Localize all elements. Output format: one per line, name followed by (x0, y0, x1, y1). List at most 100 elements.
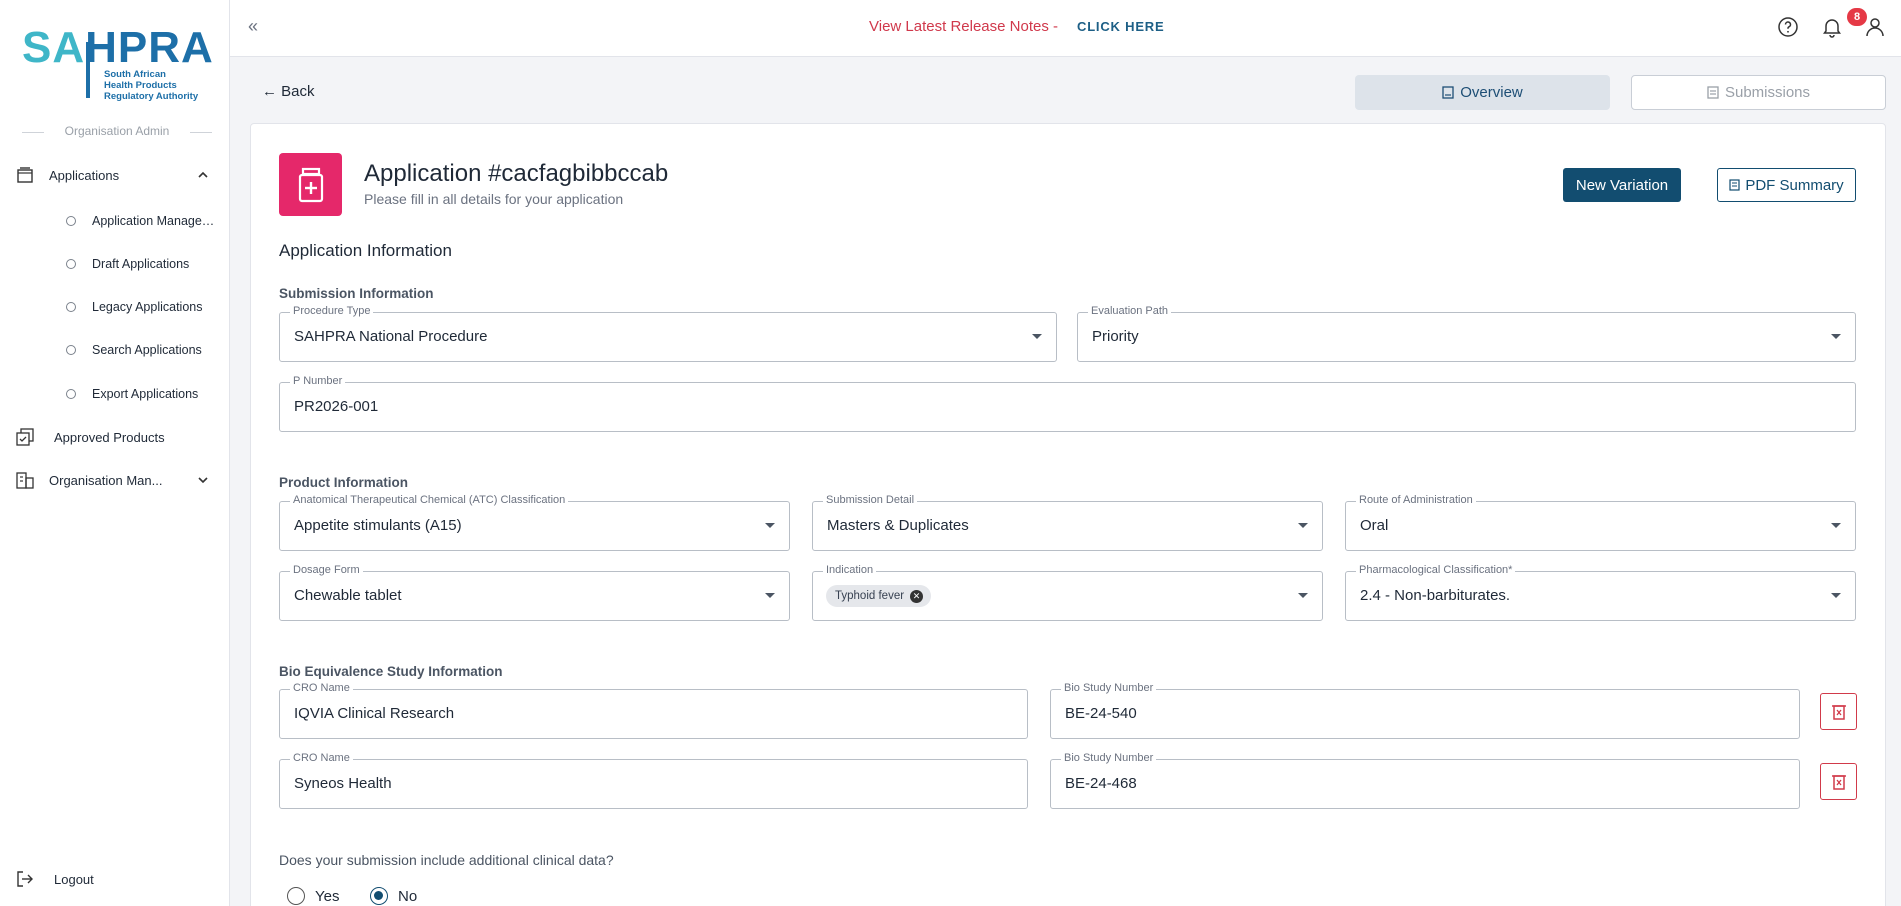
sidebar-item-approved-products[interactable]: Approved Products (0, 420, 229, 454)
field-label: Indication (823, 564, 877, 576)
route-of-administration-select[interactable]: Route of Administration Oral (1345, 494, 1856, 551)
product-information-heading: Product Information (279, 475, 408, 490)
dropdown-caret-icon (765, 593, 775, 598)
trash-icon (1831, 774, 1846, 790)
indication-select[interactable]: Indication Typhoid fever ✕ (812, 564, 1323, 621)
circle-icon (66, 302, 76, 312)
radio-label: No (398, 887, 418, 905)
sidebar-subitem-legacy-applications[interactable]: Legacy Applications (0, 292, 229, 322)
procedure-type-select[interactable]: Procedure Type SAHPRA National Procedure (279, 305, 1057, 362)
sidebar-subitem-search-applications[interactable]: Search Applications (0, 335, 229, 365)
sahpra-logo: SAHPRA South African Health Products Reg… (22, 23, 214, 106)
trash-icon (1831, 704, 1846, 720)
radio-yes[interactable]: Yes (287, 887, 339, 905)
field-value: IQVIA Clinical Research (294, 705, 455, 722)
radio-no[interactable]: No (370, 887, 417, 905)
field-value: Chewable tablet (294, 587, 402, 604)
sidebar-subitem-label: Draft Applications (92, 257, 190, 271)
sidebar-subitem-label: Search Applications (92, 343, 202, 357)
approved-icon (16, 428, 34, 446)
p-number-input[interactable]: P Number PR2026-001 (279, 375, 1856, 432)
field-label: P Number (290, 375, 346, 387)
help-icon[interactable] (1776, 15, 1800, 39)
delete-bio-study-button[interactable] (1820, 693, 1857, 730)
sidebar-subitem-label: Legacy Applications (92, 300, 203, 314)
logo-hpra: HPRA (85, 23, 214, 72)
logout-label: Logout (54, 871, 94, 887)
logo-bar (86, 42, 90, 98)
pharmacological-classification-select[interactable]: Pharmacological Classification* 2.4 - No… (1345, 564, 1856, 621)
submission-information-heading: Submission Information (279, 286, 434, 301)
tab-submissions[interactable]: Submissions (1631, 75, 1886, 110)
field-label: Bio Study Number (1061, 752, 1157, 764)
sidebar-item-label: Applications (49, 167, 120, 183)
field-label: Dosage Form (290, 564, 363, 576)
field-value: Appetite stimulants (A15) (294, 517, 462, 534)
circle-icon (66, 216, 76, 226)
release-notes-text: View Latest Release Notes - (869, 18, 1058, 35)
tab-overview[interactable]: Overview (1355, 75, 1610, 110)
bio-equivalence-heading: Bio Equivalence Study Information (279, 664, 503, 679)
tab-label: Submissions (1724, 84, 1811, 101)
field-value: Oral (1360, 517, 1389, 534)
cro-name-input[interactable]: CRO Name IQVIA Clinical Research (279, 682, 1028, 739)
delete-bio-study-button[interactable] (1820, 763, 1857, 800)
dosage-form-select[interactable]: Dosage Form Chewable tablet (279, 564, 790, 621)
application-subtitle: Please fill in all details for your appl… (364, 191, 624, 207)
cro-name-input[interactable]: CRO Name Syneos Health (279, 752, 1028, 809)
field-value: Syneos Health (294, 775, 392, 792)
sidebar-subitem-application-management[interactable]: Application Management (0, 206, 229, 236)
field-value: BE-24-468 (1065, 775, 1137, 792)
field-label: Anatomical Therapeutical Chemical (ATC) … (290, 494, 569, 506)
building-icon (16, 472, 34, 489)
tab-label: Overview (1460, 84, 1523, 101)
dropdown-caret-icon (1831, 523, 1841, 528)
atc-classification-select[interactable]: Anatomical Therapeutical Chemical (ATC) … (279, 494, 790, 551)
field-value: 2.4 - Non-barbiturates. (1360, 587, 1511, 604)
evaluation-path-select[interactable]: Evaluation Path Priority (1077, 305, 1856, 362)
bell-icon[interactable] (1820, 15, 1844, 39)
role-label: Organisation Admin (22, 124, 212, 138)
user-icon[interactable] (1863, 15, 1887, 39)
field-label: Evaluation Path (1088, 305, 1172, 317)
sidebar-subitem-label: Application Management (92, 214, 220, 228)
radio-circle-icon (287, 887, 305, 905)
field-label: Submission Detail (823, 494, 918, 506)
circle-icon (66, 389, 76, 399)
back-button[interactable]: ← Back (262, 83, 315, 100)
new-variation-button[interactable]: New Variation (1563, 168, 1681, 202)
submission-detail-select[interactable]: Submission Detail Masters & Duplicates (812, 494, 1323, 551)
chip-remove-icon[interactable]: ✕ (910, 589, 924, 603)
field-label: Bio Study Number (1061, 682, 1157, 694)
document-icon (1442, 86, 1454, 99)
sidebar-item-applications[interactable]: Applications (0, 158, 229, 192)
section-title: Application Information (279, 241, 452, 260)
bio-study-number-input[interactable]: Bio Study Number BE-24-540 (1050, 682, 1800, 739)
collapse-sidebar-icon[interactable]: « (248, 16, 258, 37)
dropdown-caret-icon (1298, 593, 1308, 598)
top-bar: « View Latest Release Notes - CLICK HERE… (230, 0, 1901, 57)
field-label: Procedure Type (290, 305, 374, 317)
sidebar: SAHPRA South African Health Products Reg… (0, 0, 230, 906)
logout-button[interactable]: Logout (0, 862, 229, 896)
sidebar-subitem-export-applications[interactable]: Export Applications (0, 379, 229, 409)
sidebar-item-label: Approved Products (54, 429, 165, 445)
logo-sa: SA (22, 23, 86, 72)
medicine-bottle-icon (279, 153, 342, 216)
indication-chip: Typhoid fever ✕ (826, 585, 932, 607)
sidebar-subitem-draft-applications[interactable]: Draft Applications (0, 249, 229, 279)
dropdown-caret-icon (1298, 523, 1308, 528)
field-value: Priority (1092, 328, 1139, 345)
field-value: PR2026-001 (294, 398, 379, 415)
logout-icon (17, 871, 33, 887)
sidebar-item-organisation-management[interactable]: Organisation Man... (0, 463, 229, 497)
back-label: Back (281, 83, 315, 100)
release-notes-link[interactable]: CLICK HERE (1077, 19, 1164, 34)
pdf-summary-button[interactable]: PDF Summary (1717, 168, 1856, 202)
field-label: Pharmacological Classification* (1356, 564, 1516, 576)
dropdown-caret-icon (765, 523, 775, 528)
field-value: BE-24-540 (1065, 705, 1137, 722)
field-label: CRO Name (290, 682, 353, 694)
arrow-left-icon: ← (262, 83, 282, 100)
bio-study-number-input[interactable]: Bio Study Number BE-24-468 (1050, 752, 1800, 809)
